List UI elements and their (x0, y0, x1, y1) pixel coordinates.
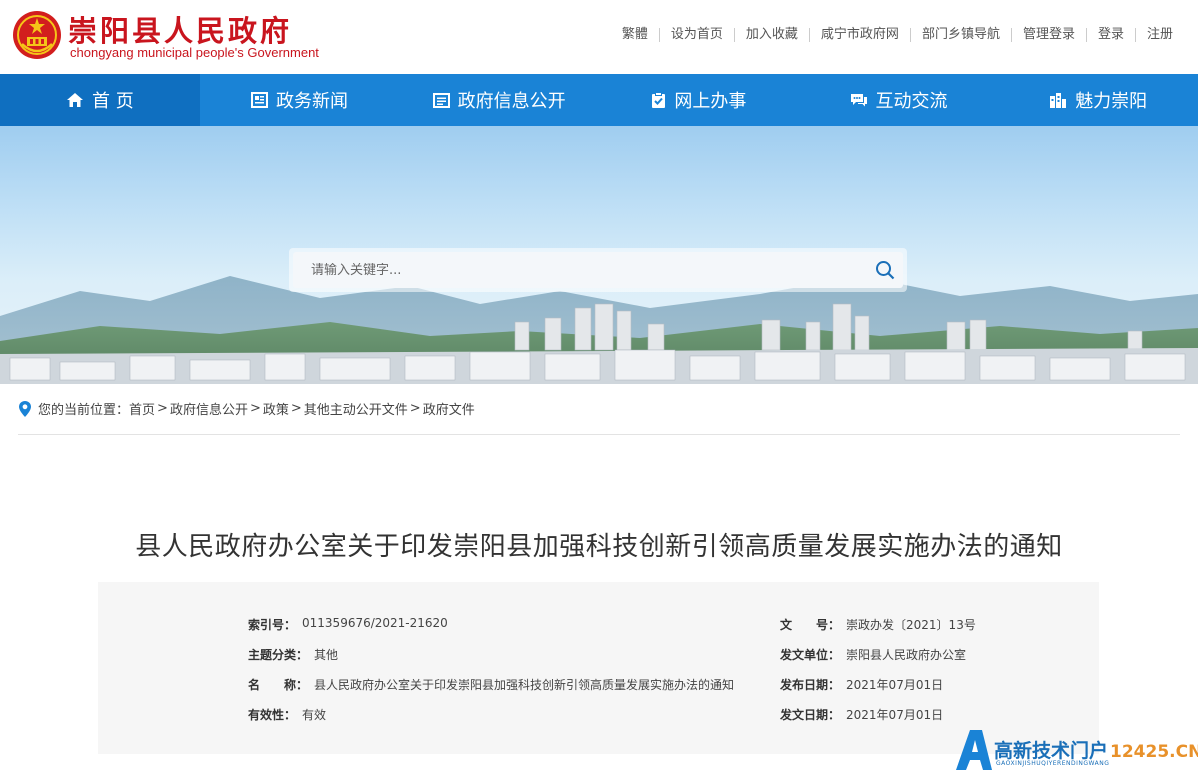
meta-label: 主题分类： (248, 648, 309, 662)
breadcrumb-separator: > (409, 401, 421, 416)
meta-value: 2021年07月01日 (846, 678, 944, 692)
search-button[interactable] (867, 252, 903, 288)
meta-value: 崇阳县人民政府办公室 (846, 648, 967, 662)
top-links: 繁體 设为首页 加入收藏 咸宁市政府网 部门乡镇导航 管理登录 登录 注册 (611, 28, 1184, 42)
nav-news[interactable]: 政务新闻 (200, 74, 400, 126)
meta-validity: 有效性： 有效 (248, 706, 326, 723)
breadcrumb-prefix: 您的当前位置： (38, 403, 130, 418)
nav-label: 魅力崇阳 (1075, 91, 1148, 112)
breadcrumb-separator: > (157, 401, 168, 416)
article-title: 县人民政府办公室关于印发崇阳县加强科技创新引领高质量发展实施办法的通知 (135, 532, 1063, 562)
city-icon (1050, 92, 1067, 108)
meta-label: 发文单位： (780, 648, 841, 662)
breadcrumb-divider (18, 434, 1180, 435)
breadcrumb-policy[interactable]: 政策 (263, 399, 289, 418)
link-admin-login[interactable]: 管理登录 (1010, 28, 1086, 42)
meta-value: 有效 (302, 708, 327, 722)
nav-charm-chongyang[interactable]: 魅力崇阳 (998, 74, 1198, 126)
link-department-nav[interactable]: 部门乡镇导航 (909, 28, 1011, 42)
meta-value: 崇政办发〔2021〕13号 (846, 618, 976, 632)
link-add-favorite[interactable]: 加入收藏 (733, 28, 809, 42)
link-register[interactable]: 注册 (1134, 28, 1184, 42)
breadcrumb-gov-info[interactable]: 政府信息公开 (170, 399, 248, 418)
link-xianning-gov[interactable]: 咸宁市政府网 (808, 28, 910, 42)
watermark-text: 高新技术门户 (994, 740, 1109, 762)
meta-label: 名 称： (248, 678, 309, 692)
meta-publish-date: 发布日期： 2021年07月01日 (780, 676, 943, 693)
meta-value: 其他 (314, 648, 339, 662)
meta-label: 发布日期： (780, 678, 841, 692)
breadcrumb-separator: > (249, 401, 261, 416)
meta-label: 文 号： (780, 618, 841, 632)
news-icon (251, 92, 268, 108)
breadcrumb-gov-files[interactable]: 政府文件 (423, 399, 475, 418)
meta-label: 发文日期： (780, 708, 841, 722)
meta-label: 有效性： (248, 708, 297, 722)
link-traditional-chinese[interactable]: 繁體 (611, 28, 659, 42)
nav-label: 网上办事 (674, 91, 747, 112)
search-icon (876, 261, 895, 280)
meta-value: 2021年07月01日 (846, 708, 944, 722)
city-banner (0, 126, 1198, 384)
watermark-domain: 12425.CN (1110, 742, 1198, 762)
clipboard-check-icon (652, 91, 666, 108)
chat-icon (850, 94, 867, 107)
national-emblem-icon (13, 11, 61, 59)
location-pin-icon (19, 400, 31, 417)
document-metadata: 索引号： 011359676/2021-21620 主题分类： 其他 名 称： … (98, 582, 1099, 754)
search-box (289, 248, 907, 292)
meta-name: 名 称： 县人民政府办公室关于印发崇阳县加强科技创新引领高质量发展实施办法的通知 (248, 676, 734, 693)
nav-label: 政府信息公开 (457, 91, 566, 112)
nav-home[interactable]: 首 页 (0, 74, 200, 126)
link-login[interactable]: 登录 (1085, 28, 1135, 42)
meta-value: 011359676/2021-21620 (302, 616, 448, 630)
nav-label: 互动交流 (875, 91, 948, 112)
meta-doc-date: 发文日期： 2021年07月01日 (780, 706, 943, 723)
nav-label: 政务新闻 (276, 91, 348, 112)
document-icon (432, 92, 450, 108)
meta-doc-number: 文 号： 崇政办发〔2021〕13号 (780, 616, 976, 633)
nav-label: 首 页 (91, 91, 134, 112)
site-watermark: 高新技术门户 12425.CN GAOXINJISHUQIYERENDINGWA… (952, 724, 1198, 774)
site-title: 崇阳县人民政府 (68, 14, 293, 48)
meta-issuer: 发文单位： 崇阳县人民政府办公室 (780, 646, 966, 663)
breadcrumb-home[interactable]: 首页 (129, 399, 155, 418)
breadcrumb: 您的当前位置： 首页 > 政府信息公开 > 政策 > 其他主动公开文件 > 政府… (18, 399, 475, 418)
meta-index: 索引号： 011359676/2021-21620 (248, 616, 448, 633)
main-nav: 首 页 政务新闻 政府信息公开 网上办事 互动交流 魅力崇阳 (0, 74, 1198, 126)
watermark-pinyin: GAOXINJISHUQIYERENDINGWANG (996, 760, 1110, 767)
meta-label: 索引号： (248, 618, 297, 632)
home-icon (66, 93, 83, 107)
search-input[interactable] (311, 262, 867, 278)
site-header: 崇阳县人民政府 chongyang municipal people's Gov… (0, 0, 1198, 74)
nav-gov-info[interactable]: 政府信息公开 (399, 74, 599, 126)
meta-value: 县人民政府办公室关于印发崇阳县加强科技创新引领高质量发展实施办法的通知 (314, 678, 735, 692)
nav-interaction[interactable]: 互动交流 (799, 74, 999, 126)
breadcrumb-other-files[interactable]: 其他主动公开文件 (304, 399, 408, 418)
nav-online-service[interactable]: 网上办事 (599, 74, 799, 126)
link-set-homepage[interactable]: 设为首页 (658, 28, 734, 42)
breadcrumb-separator: > (290, 401, 302, 416)
meta-theme: 主题分类： 其他 (248, 646, 338, 663)
site-subtitle: chongyang municipal people's Government (70, 45, 319, 60)
